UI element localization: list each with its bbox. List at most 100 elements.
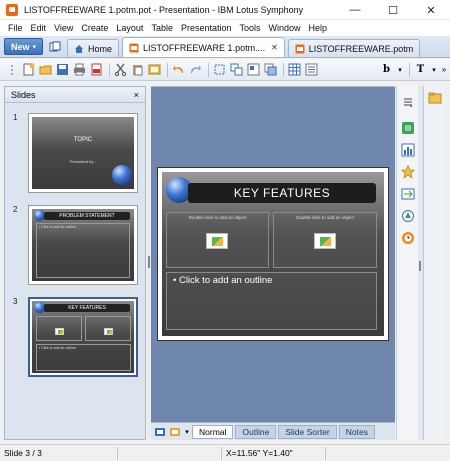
current-slide[interactable]: KEY FEATURES Double-click to add an obje…	[157, 167, 389, 341]
object-placeholder-right[interactable]: Double-click to add an object	[273, 212, 377, 268]
menu-file[interactable]: File	[4, 23, 27, 33]
paste-icon[interactable]	[130, 62, 145, 77]
slide-2-outline: • Click to add an outline	[39, 225, 76, 229]
slide-1-subtitle: Presented by...	[69, 159, 97, 164]
menu-help[interactable]: Help	[305, 23, 332, 33]
select-icon[interactable]	[212, 62, 227, 77]
undo-icon[interactable]	[171, 62, 186, 77]
chevron-down-icon[interactable]: ▾	[430, 62, 438, 77]
slide-edit-area: KEY FEATURES Double-click to add an obje…	[151, 86, 395, 422]
tab-slide-sorter[interactable]: Slide Sorter	[278, 424, 337, 439]
properties-icon[interactable]	[427, 90, 443, 106]
gallery-icon[interactable]	[400, 120, 416, 136]
chevron-down-icon[interactable]: ▾	[396, 62, 404, 77]
tab-notes[interactable]: Notes	[338, 424, 375, 439]
insert-frame-icon[interactable]	[147, 62, 162, 77]
menu-edit[interactable]: Edit	[27, 23, 51, 33]
image-placeholder-icon	[55, 328, 64, 335]
tab-document-2-label: LISTOFFREEWARE.potm	[308, 43, 414, 54]
menu-presentation[interactable]: Presentation	[177, 23, 236, 33]
toolbar-overflow-icon[interactable]: »	[440, 62, 448, 77]
chevron-down-icon: ▾	[32, 43, 37, 51]
table-icon[interactable]	[287, 62, 302, 77]
redo-icon[interactable]	[188, 62, 203, 77]
handout-view-icon[interactable]	[154, 426, 166, 438]
chevron-down-icon[interactable]: ▾	[184, 426, 190, 438]
close-icon[interactable]: ✕	[271, 43, 278, 52]
toolbar-grip-icon	[4, 62, 19, 77]
properties-panel	[423, 86, 446, 440]
tab-document-1[interactable]: LISTOFFREEWARE 1.potm.... ✕	[122, 37, 285, 57]
slide-thumbnail-3[interactable]: KEY FEATURES • Click to add an outline	[28, 297, 138, 377]
slides-panel: Slides × 1 TOPIC Presented by... 2 PROBL…	[4, 86, 146, 440]
slide-3-outline-box: • Click to add an outline	[36, 344, 131, 371]
star-icon[interactable]	[400, 164, 416, 180]
window-title: LISTOFFREEWARE 1.potm.pot - Presentation…	[24, 4, 304, 15]
slide-2-outline-box: • Click to add an outline	[36, 223, 130, 278]
toolbar-separator	[283, 62, 284, 77]
bold-icon[interactable]: b	[379, 62, 394, 77]
export-pdf-icon[interactable]	[89, 62, 104, 77]
outline-view-icon[interactable]	[304, 62, 319, 77]
open-tab-list-icon[interactable]	[46, 38, 64, 55]
slide-thumbnail-1[interactable]: TOPIC Presented by...	[28, 113, 138, 193]
menu-table[interactable]: Table	[147, 23, 177, 33]
slides-panel-close-icon[interactable]: ×	[134, 90, 139, 100]
view-tab-bar: ▾ Normal Outline Slide Sorter Notes	[151, 422, 395, 440]
menu-bar: File Edit View Create Layout Table Prese…	[0, 20, 450, 36]
object-placeholder-left[interactable]: Double-click to add an object	[166, 212, 269, 268]
new-button[interactable]: New ▾	[4, 38, 44, 55]
slide-3-object-box-right	[85, 316, 131, 341]
navigator-icon[interactable]	[400, 208, 416, 224]
menu-tools[interactable]: Tools	[236, 23, 265, 33]
document-tab-bar: New ▾ Home LISTOFFREEWARE 1.potm.... ✕ L…	[0, 36, 450, 58]
slide-3-title: KEY FEATURES	[44, 304, 130, 312]
image-placeholder-icon	[104, 328, 113, 335]
image-placeholder-icon[interactable]	[314, 233, 336, 249]
slide-view-icon[interactable]	[169, 426, 181, 438]
print-icon[interactable]	[72, 62, 87, 77]
tab-outline[interactable]: Outline	[235, 424, 277, 439]
menu-create[interactable]: Create	[77, 23, 112, 33]
open-folder-icon[interactable]	[38, 62, 53, 77]
slides-panel-title: Slides	[11, 89, 36, 100]
slide-3-outline: • Click to add an outline	[39, 346, 76, 350]
globe-icon	[112, 165, 132, 185]
main-toolbar: b ▾ T ▾ »	[0, 59, 450, 81]
slide-thumbnail-2[interactable]: PROBLEM STATEMENT • Click to add an outl…	[28, 205, 138, 285]
transition-icon[interactable]	[400, 186, 416, 202]
toolbar-separator	[167, 62, 168, 77]
menu-layout[interactable]: Layout	[112, 23, 147, 33]
slide-3-object-box-left	[36, 316, 82, 341]
presentation-doc-icon	[295, 44, 305, 54]
image-placeholder-icon[interactable]	[206, 233, 228, 249]
status-empty-cell	[118, 446, 222, 460]
arrange-icon[interactable]	[263, 62, 278, 77]
title-bar: LISTOFFREEWARE 1.potm.pot - Presentation…	[0, 0, 450, 20]
new-document-icon[interactable]	[21, 62, 36, 77]
toolbar-separator	[208, 62, 209, 77]
chart-icon[interactable]	[400, 142, 416, 158]
menu-window[interactable]: Window	[265, 23, 305, 33]
slide-number: 2	[13, 205, 18, 214]
tab-document-2[interactable]: LISTOFFREEWARE.potm	[287, 39, 421, 57]
app-icon	[6, 3, 18, 16]
menu-view[interactable]: View	[50, 23, 77, 33]
save-icon[interactable]	[55, 62, 70, 77]
minimize-button[interactable]: —	[336, 0, 374, 20]
maximize-button[interactable]: ☐	[374, 0, 412, 20]
close-button[interactable]: ✕	[412, 0, 450, 20]
outline-placeholder[interactable]: • Click to add an outline	[166, 272, 377, 330]
text-format-icon[interactable]: T	[413, 62, 428, 77]
group-icon[interactable]	[246, 62, 261, 77]
slide-title[interactable]: KEY FEATURES	[188, 183, 376, 203]
slide-number: 3	[13, 297, 18, 306]
clock-icon[interactable]	[400, 230, 416, 246]
sidebar-menu-icon[interactable]	[400, 94, 416, 110]
tab-normal[interactable]: Normal	[192, 424, 234, 439]
presentation-doc-icon	[129, 43, 139, 53]
tab-home[interactable]: Home	[67, 39, 120, 57]
duplicate-icon[interactable]	[229, 62, 244, 77]
cut-icon[interactable]	[113, 62, 128, 77]
new-button-label: New	[11, 41, 30, 52]
